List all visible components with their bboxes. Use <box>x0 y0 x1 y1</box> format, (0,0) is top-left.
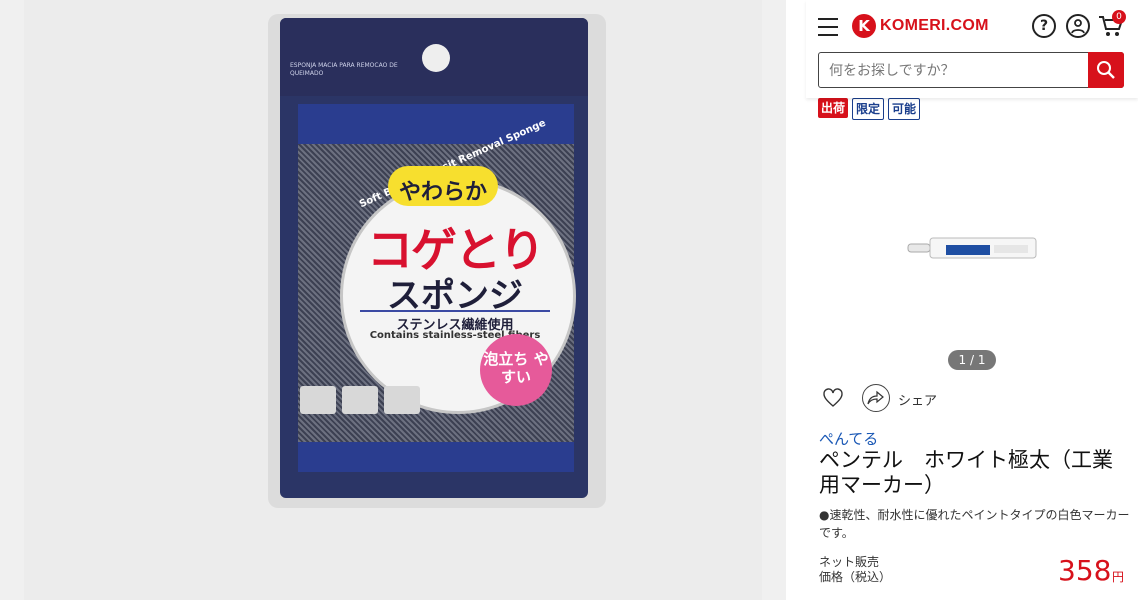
usage-icons <box>300 386 420 414</box>
price-label-line1: ネット販売 <box>819 555 880 569</box>
product-title: ペンテル ホワイト極太（工業用マーカー） <box>819 448 1113 497</box>
badge-limited: 限定 <box>852 98 885 120</box>
site-header: K KOMERI.COM ? 0 <box>806 0 1138 98</box>
awadachi-text: 泡立ち やすい <box>483 350 549 386</box>
product-description: ●速乾性、耐水性に優れたペイントタイプの白色マーカーです。 <box>819 508 1130 540</box>
cart-count-badge: 0 <box>1112 10 1126 24</box>
favorite-heart-icon[interactable] <box>822 388 844 408</box>
usage-icon <box>300 386 336 414</box>
price-label: ネット販売 価格（税込） <box>819 555 891 585</box>
package-small-text: ESPONJA MACIA PARA REMOCAO DE QUEIMADO <box>290 62 398 77</box>
user-icon[interactable] <box>1066 14 1090 38</box>
help-icon[interactable]: ? <box>1032 14 1056 38</box>
share-icon[interactable] <box>862 384 890 412</box>
logo-text: KOMERI.COM <box>880 17 989 34</box>
product-photo: ESPONJA MACIA PARA REMOCAO DE QUEIMADO S… <box>24 0 762 600</box>
site-logo[interactable]: K KOMERI.COM <box>852 14 989 38</box>
usage-icon <box>384 386 420 414</box>
search-button[interactable] <box>1088 52 1124 88</box>
image-pager: 1 / 1 <box>948 350 996 370</box>
sponge-package: ESPONJA MACIA PARA REMOCAO DE QUEIMADO S… <box>280 18 588 498</box>
usage-icon <box>342 386 378 414</box>
menu-icon[interactable] <box>818 18 838 36</box>
share-label[interactable]: シェア <box>898 390 937 409</box>
hang-hole <box>422 44 450 72</box>
search-icon <box>1097 61 1115 79</box>
brand-link[interactable]: ぺんてる <box>819 428 878 449</box>
badge-shipping: 出荷 <box>818 98 849 118</box>
logo-mark: K <box>852 14 876 38</box>
price-value: 358 <box>1058 554 1112 587</box>
price-label-line2: 価格（税込） <box>819 570 892 584</box>
badge-row: 出荷 限定 可能 <box>818 98 921 120</box>
search-input[interactable] <box>819 53 1091 89</box>
product-thumbnail-pen[interactable] <box>906 234 1038 262</box>
price-unit: 円 <box>1112 570 1125 584</box>
search-box <box>818 52 1124 89</box>
sponge-band-bottom <box>298 442 574 472</box>
yawaraka-text: やわらか <box>398 180 487 205</box>
badge-available: 可能 <box>888 98 921 120</box>
